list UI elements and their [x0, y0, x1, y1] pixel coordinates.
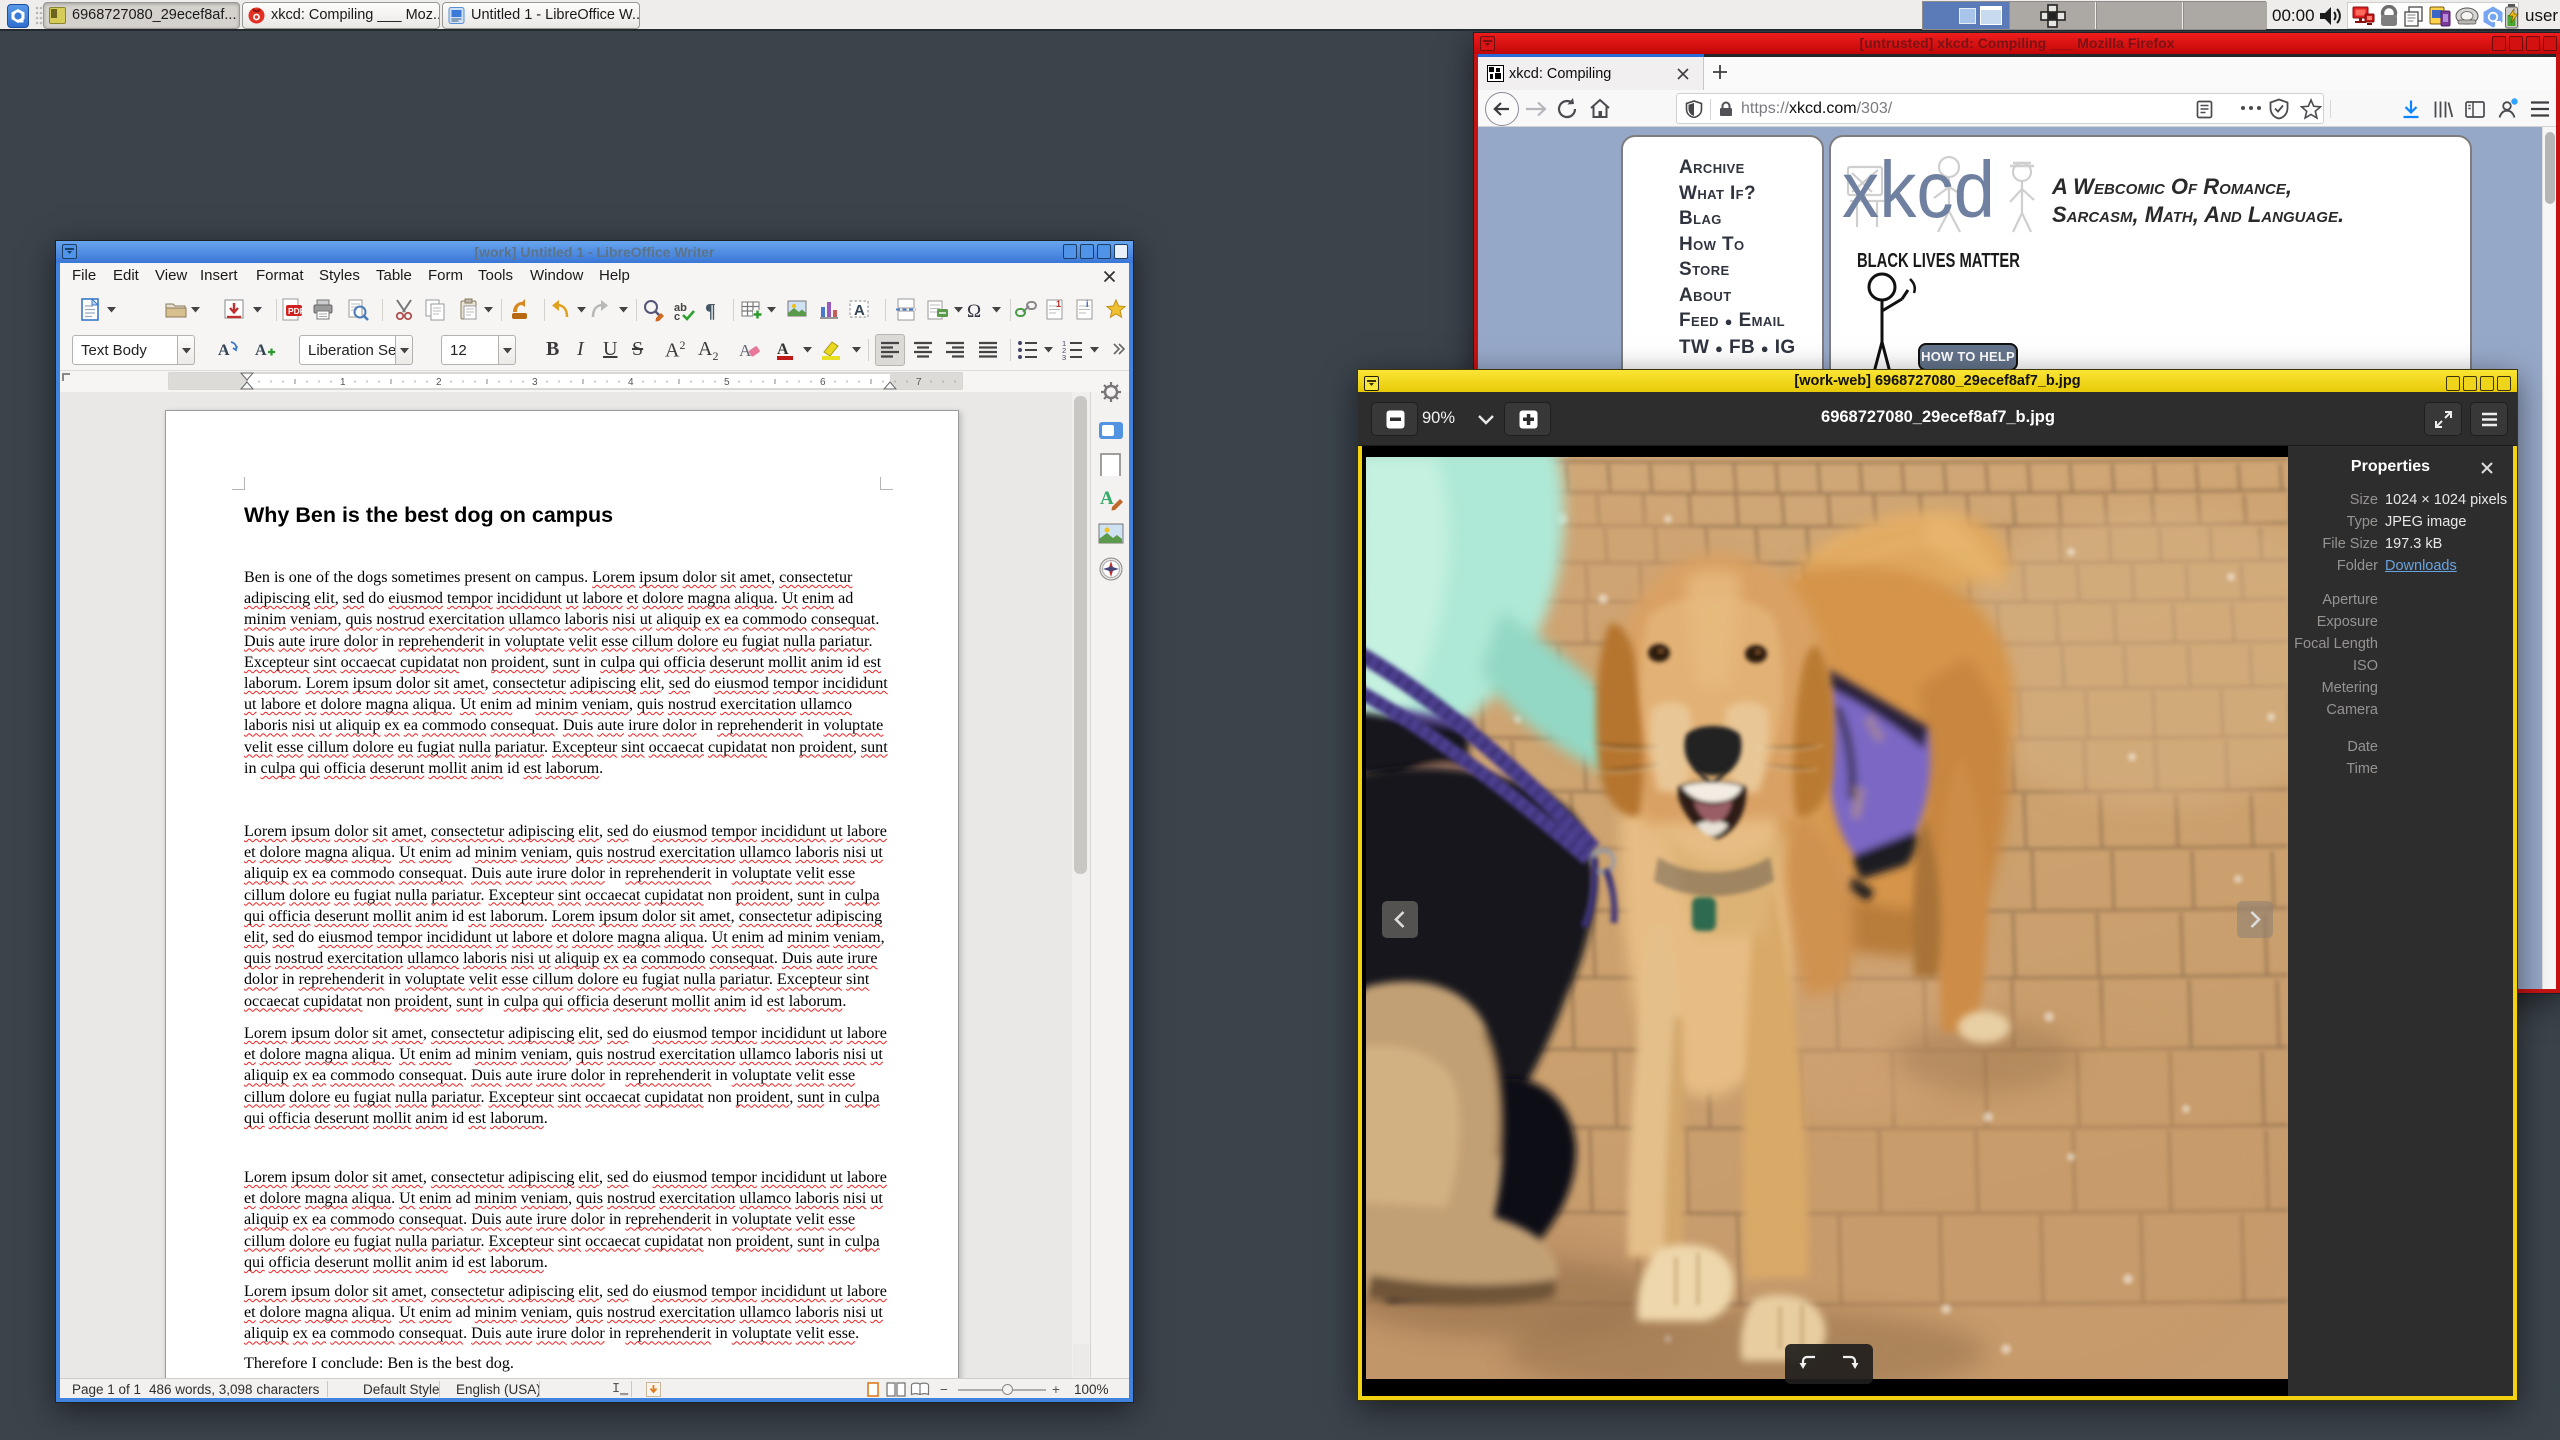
svg-text:5: 5: [724, 377, 730, 388]
svg-text:i: i: [1086, 299, 1089, 309]
svg-text:3: 3: [1062, 353, 1066, 362]
svg-text:c: c: [674, 311, 680, 322]
svg-text:1: 1: [340, 377, 346, 388]
svg-text:1: 1: [1056, 299, 1061, 309]
svg-text:A: A: [1100, 488, 1114, 509]
svg-text:2: 2: [436, 377, 442, 388]
svg-text:A: A: [854, 302, 865, 319]
svg-text:Ω: Ω: [967, 301, 981, 322]
svg-text:A: A: [255, 342, 267, 359]
svg-text:A: A: [777, 341, 789, 358]
svg-text:¶: ¶: [705, 300, 716, 322]
svg-text:PDF: PDF: [288, 306, 305, 316]
svg-text:7: 7: [916, 377, 922, 388]
svg-text:4: 4: [628, 377, 634, 388]
svg-text:3: 3: [532, 377, 538, 388]
svg-text:A: A: [218, 342, 230, 359]
svg-text:6: 6: [820, 377, 826, 388]
